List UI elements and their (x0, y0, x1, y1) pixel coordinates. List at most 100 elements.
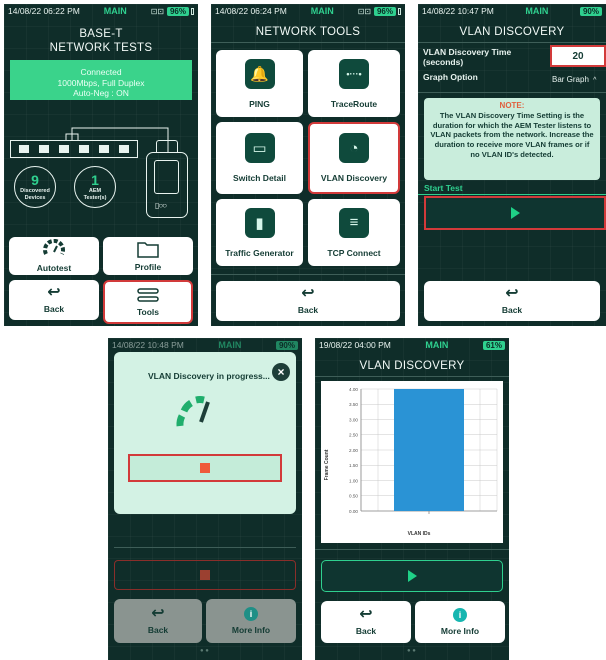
speedometer-icon (43, 239, 65, 255)
discovery-time-input[interactable]: 20 (550, 45, 606, 67)
back-arrow-icon: ↩ (301, 285, 315, 302)
tool-traceroute-button[interactable]: •···• TraceRoute (308, 50, 400, 117)
divider (211, 42, 405, 43)
link-speed: 1000Mbps, Full Duplex (57, 77, 145, 88)
back-label: Back (501, 305, 523, 315)
tool-label: VLAN Discovery (320, 173, 388, 183)
stop-icon (200, 463, 210, 473)
y-tick-label: 4.00 (349, 387, 358, 392)
start-test-button[interactable] (424, 196, 606, 230)
back-button[interactable]: ↩ Back (424, 281, 600, 321)
screen-network-tools: 14/08/22 06:24 PM MAIN ⊡⊡ 96% NETWORK TO… (211, 4, 405, 326)
status-bar: 14/08/22 06:22 PM MAIN ⊡⊡ 96% (4, 4, 198, 18)
divider (315, 549, 509, 550)
discovery-time-label-line2: (seconds) (423, 57, 464, 67)
network-icon: ⊡⊡ (357, 6, 371, 16)
divider (114, 547, 296, 548)
chart-panel: 4.00 3.50 3.00 2.50 2.00 1.50 1.00 0.50 0.00 Fra… (321, 381, 503, 543)
start-test-button[interactable] (321, 560, 503, 592)
y-tick-label: 2.00 (349, 448, 358, 453)
tool-switch-detail-button[interactable]: ▭ Switch Detail (216, 122, 303, 194)
y-tick-label: 1.00 (349, 478, 358, 483)
divider (418, 42, 606, 43)
ethernet-port-icon (79, 145, 89, 153)
info-icon: i (453, 608, 467, 622)
back-button[interactable]: ↩ Back (321, 601, 411, 643)
switch-ports (10, 140, 138, 158)
battery-level: 90% (275, 340, 298, 350)
tool-tcp-connect-button[interactable]: ≡ TCP Connect (308, 199, 400, 266)
status-mode: MAIN (218, 340, 242, 350)
y-tick-label: 0.50 (349, 494, 358, 499)
progress-dialog: VLAN Discovery in progress... × (114, 352, 296, 514)
aem-label: AEM Tester(s) (83, 188, 107, 201)
battery-icon (191, 7, 194, 15)
status-mode: MAIN (310, 6, 334, 16)
status-time: 19/08/22 04:00 PM (319, 340, 391, 350)
start-test-label: Start Test (424, 183, 463, 193)
tool-traffic-generator-button[interactable]: ▮ Traffic Generator (216, 199, 303, 266)
discovered-devices-counter[interactable]: 9 Discovered Devices (14, 166, 56, 208)
bar-chart: 4.00 3.50 3.00 2.50 2.00 1.50 1.00 0.50 0.00 Fra… (324, 387, 498, 537)
stop-icon (200, 570, 210, 580)
tool-label: TCP Connect (327, 247, 381, 258)
graph-option-select[interactable]: Bar Graph ^ (552, 75, 596, 84)
chevron-up-icon: ^ (593, 77, 597, 84)
profile-label: Profile (134, 262, 162, 272)
back-button[interactable]: ↩ Back (216, 281, 400, 321)
back-label: Back (355, 626, 377, 636)
tester-cable (156, 140, 178, 152)
connection-status: Connected (80, 67, 122, 77)
traffic-light-icon: ▮ (244, 207, 275, 238)
tool-label: Traffic Generator (225, 247, 294, 258)
route-icon: •···• (339, 58, 369, 89)
more-info-label: More Info (231, 625, 271, 635)
tool-label: TraceRoute (330, 98, 378, 109)
battery-level: 96% (166, 6, 189, 16)
back-label: Back (43, 304, 65, 314)
note-text: The VLAN Discovery Time Setting is the d… (430, 111, 594, 159)
screen-vlan-discovery-setup: 14/08/22 10:47 PM MAIN 90% VLAN DISCOVER… (418, 4, 606, 326)
connection-status-panel: Connected 1000Mbps, Full Duplex Auto-Neg… (10, 60, 192, 100)
discovered-count: 9 (31, 172, 39, 188)
tool-vlan-discovery-button[interactable]: ◔ VLAN Discovery (308, 122, 400, 194)
battery-level: 61% (482, 340, 505, 350)
y-tick-label: 1.50 (349, 463, 358, 468)
network-icon: ⊡⊡ (150, 6, 164, 16)
stop-test-button[interactable] (128, 454, 282, 482)
divider (211, 274, 405, 275)
aem-testers-counter[interactable]: 1 AEM Tester(s) (74, 166, 116, 208)
page-indicator: ● ● (407, 648, 416, 654)
status-bar: 14/08/22 06:24 PM MAIN ⊡⊡ 96% (211, 4, 405, 18)
bell-icon: 🔔 (244, 58, 275, 89)
tools-button[interactable]: Tools (103, 280, 193, 324)
note-panel: NOTE: The VLAN Discovery Time Setting is… (424, 98, 600, 180)
battery-icon (398, 7, 401, 15)
back-button[interactable]: ↩ Back (9, 280, 99, 320)
status-bar: 14/08/22 10:48 PM MAIN 90% (108, 338, 302, 352)
page-title: NETWORK TOOLS (255, 26, 361, 38)
page-title: BASE-T (79, 28, 123, 40)
status-time: 14/08/22 10:48 PM (112, 340, 184, 350)
discovery-time-value: 20 (572, 50, 584, 62)
back-button: ↩ Back (114, 599, 202, 643)
status-bar: 14/08/22 10:47 PM MAIN 90% (418, 4, 606, 18)
switch-icon: ▭ (244, 133, 275, 163)
more-info-label: More Info (440, 626, 480, 636)
y-tick-label: 3.50 (349, 402, 358, 407)
ethernet-port-icon (99, 145, 109, 153)
ethernet-port-icon (59, 145, 69, 153)
graph-option-label: Graph Option (423, 72, 478, 82)
switch-diagram (10, 116, 169, 160)
more-info-button[interactable]: i More Info (415, 601, 505, 643)
more-info-button: i More Info (206, 599, 296, 643)
profile-button[interactable]: Profile (103, 237, 193, 275)
y-tick-label: 0.00 (349, 509, 358, 514)
close-icon[interactable]: × (272, 363, 290, 381)
autotest-button[interactable]: Autotest (9, 237, 99, 275)
divider (418, 92, 606, 93)
battery-level: 90% (579, 6, 602, 16)
screen-vlan-discovery-results: 19/08/22 04:00 PM MAIN 61% VLAN DISCOVER… (315, 338, 509, 660)
status-mode: MAIN (425, 340, 449, 350)
tool-ping-button[interactable]: 🔔 PING (216, 50, 303, 117)
